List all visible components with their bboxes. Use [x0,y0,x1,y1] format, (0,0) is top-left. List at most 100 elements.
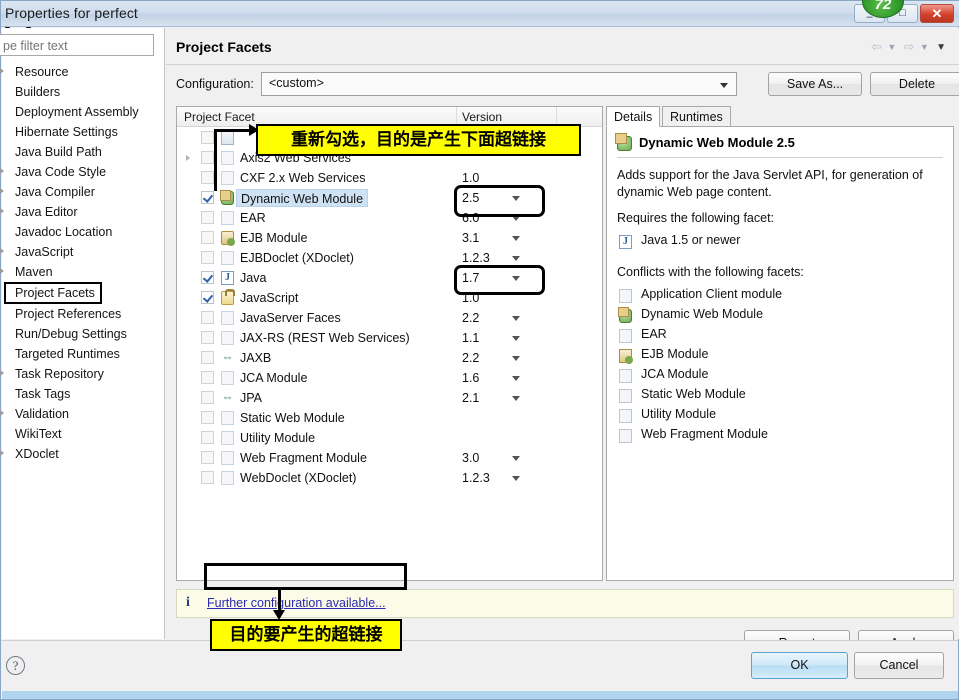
save-as-button[interactable]: Save As... [768,72,862,96]
sidebar-item-validation[interactable]: Validation [0,404,165,424]
sidebar-item-label: Validation [15,407,69,421]
sidebar-item-maven[interactable]: Maven [0,262,165,282]
filter-input[interactable] [0,34,154,56]
tab-details[interactable]: Details [606,106,661,127]
expand-arrow-icon[interactable] [0,188,4,194]
version-chevron-down-icon[interactable] [512,376,520,381]
version-chevron-down-icon[interactable] [512,316,520,321]
highlight-box-version-25 [454,185,545,217]
facet-checkbox[interactable] [201,331,214,344]
project-facets-page: Project Facets ⇦ ▼ ⇨ ▼ ▼ Configuration: … [166,28,959,656]
sidebar-item-run-debug-settings[interactable]: Run/Debug Settings [2,324,165,344]
sidebar-item-targeted-runtimes[interactable]: Targeted Runtimes [2,344,165,364]
forward-chevron-down-icon[interactable]: ▼ [920,42,929,52]
facet-row[interactable]: WebDoclet (XDoclet) 1.2.3 [177,468,602,488]
sidebar-item-java-build-path[interactable]: Java Build Path [2,142,165,162]
expand-arrow-icon[interactable] [0,208,4,214]
facet-version: 3.1 [462,231,480,245]
sidebar-item-task-repository[interactable]: Task Repository [0,364,165,384]
sidebar-item-deployment-assembly[interactable]: Deployment Assembly [2,102,165,122]
facet-row[interactable]: JCA Module 1.6 [177,368,602,388]
configuration-select[interactable]: <custom> [261,72,737,96]
sidebar-item-task-tags[interactable]: Task Tags [2,384,165,404]
sidebar-item-resource[interactable]: Resource [0,62,165,82]
sidebar-item-builders[interactable]: Builders [2,82,165,102]
expand-arrow-icon[interactable] [0,370,4,376]
expand-arrow-icon[interactable] [0,68,4,74]
close-button[interactable]: ✕ [920,4,954,23]
back-arrow-icon[interactable]: ⇦ [871,39,882,55]
forward-arrow-icon[interactable]: ⇨ [904,39,915,55]
delete-button[interactable]: Delete [870,72,959,96]
facet-row[interactable]: ⇔ JAXB 2.2 [177,348,602,368]
facet-checkbox[interactable] [201,471,214,484]
sidebar-item-hibernate-settings[interactable]: Hibernate Settings [2,122,165,142]
doc-pale-icon [221,171,234,185]
facet-row[interactable]: Web Fragment Module 3.0 [177,448,602,468]
version-chevron-down-icon[interactable] [512,256,520,261]
doc-icon [619,369,632,383]
facet-row[interactable]: JavaServer Faces 2.2 [177,308,602,328]
facet-name: EAR [240,211,266,225]
facet-checkbox[interactable] [201,371,214,384]
facet-row[interactable]: JAX-RS (REST Web Services) 1.1 [177,328,602,348]
expand-arrow-icon[interactable] [0,450,4,456]
facet-checkbox[interactable] [201,451,214,464]
version-chevron-down-icon[interactable] [512,396,520,401]
sidebar-item-java-editor[interactable]: Java Editor [0,202,165,222]
sidebar-item-project-facets[interactable]: Project Facets [4,282,102,304]
sidebar-item-label: Java Code Style [15,165,107,179]
facet-checkbox[interactable] [201,311,214,324]
facet-checkbox[interactable] [201,231,214,244]
facet-checkbox[interactable] [201,391,214,404]
sidebar-item-java-compiler[interactable]: Java Compiler [0,182,165,202]
sidebar-item-java-code-style[interactable]: Java Code Style [0,162,165,182]
facet-checkbox[interactable] [201,251,214,264]
expand-arrow-icon[interactable] [0,268,4,274]
column-header-version: Version [462,110,503,124]
facet-checkbox[interactable] [201,351,214,364]
sidebar-item-project-references[interactable]: Project References [2,304,165,324]
version-chevron-down-icon[interactable] [512,336,520,341]
doc-pale-icon [221,311,234,325]
facet-row[interactable]: ⇔ JPA 2.1 [177,388,602,408]
expand-arrow-icon[interactable] [0,410,4,416]
sidebar-item-label: XDoclet [15,447,59,461]
expand-arrow-icon[interactable] [0,168,4,174]
tab-runtimes[interactable]: Runtimes [662,106,731,127]
facet-checkbox[interactable] [201,151,214,164]
expand-arrow-icon[interactable] [0,248,4,254]
cancel-button[interactable]: Cancel [854,652,944,679]
sidebar-item-xdoclet[interactable]: XDoclet [0,444,165,464]
page-menu-chevron-down-icon[interactable]: ▼ [936,42,946,53]
version-chevron-down-icon[interactable] [512,236,520,241]
facet-name: CXF 2.x Web Services [240,171,366,185]
expand-arrow-icon[interactable] [186,155,190,161]
facet-checkbox[interactable] [201,171,214,184]
facet-checkbox[interactable] [201,431,214,444]
facet-checkbox[interactable] [201,291,214,304]
version-chevron-down-icon[interactable] [512,356,520,361]
facet-checkbox[interactable] [201,191,214,204]
facet-row[interactable]: Utility Module [177,428,602,448]
facet-checkbox[interactable] [201,131,214,144]
sidebar-item-javascript[interactable]: JavaScript [0,242,165,262]
sidebar-item-label: Targeted Runtimes [15,347,120,361]
back-chevron-down-icon[interactable]: ▼ [887,42,896,52]
facet-checkbox[interactable] [201,211,214,224]
further-configuration-link[interactable]: Further configuration available... [207,596,386,610]
version-chevron-down-icon[interactable] [512,476,520,481]
doc-pale-icon [221,151,234,165]
ok-button[interactable]: OK [751,652,848,679]
doc-pale-icon [221,411,234,425]
conflicting-facet-label: Web Fragment Module [641,427,768,441]
help-icon[interactable]: ? [6,656,25,675]
sidebar-item-wikitext[interactable]: WikiText [2,424,165,444]
facet-row[interactable]: Static Web Module [177,408,602,428]
header-divider [166,64,959,65]
facet-checkbox[interactable] [201,271,214,284]
sidebar-item-javadoc-location[interactable]: Javadoc Location [2,222,165,242]
facet-checkbox[interactable] [201,411,214,424]
version-chevron-down-icon[interactable] [512,456,520,461]
facet-row[interactable]: EJB Module 3.1 [177,228,602,248]
